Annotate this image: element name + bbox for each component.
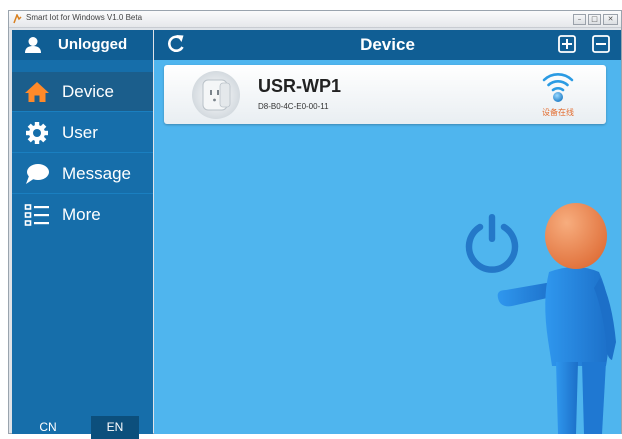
sidebar-item-label: User <box>62 123 98 142</box>
main-panel: Device USR-WP1 D8-B0-4C-E0-00-11 设备在线 <box>154 30 621 434</box>
sidebar: Unlogged Device User Message More CN EN <box>12 30 153 439</box>
device-list-item[interactable]: USR-WP1 D8-B0-4C-E0-00-11 设备在线 <box>164 65 606 124</box>
language-en-button[interactable]: EN <box>91 416 139 439</box>
smart-plug-image <box>192 71 240 119</box>
mascot-figure-image <box>497 203 616 434</box>
language-cn-button[interactable]: CN <box>24 416 72 439</box>
user-icon <box>25 37 41 53</box>
device-mac-address: D8-B0-4C-E0-00-11 <box>258 102 329 111</box>
home-icon <box>25 82 49 102</box>
close-button[interactable]: ✕ <box>603 14 618 25</box>
remove-device-button[interactable] <box>592 35 610 53</box>
window-titlebar[interactable]: Smart Iot for Windows V1.0 Beta – □ ✕ <box>9 11 621 28</box>
page-title: Device <box>360 35 415 54</box>
sidebar-item-more[interactable]: More <box>12 195 153 235</box>
main-header: Device <box>154 30 621 60</box>
sidebar-item-user[interactable]: User <box>12 113 153 153</box>
gear-icon <box>26 122 48 144</box>
window-title: Smart Iot for Windows V1.0 Beta <box>26 13 143 22</box>
add-device-button[interactable] <box>558 35 576 53</box>
device-name: USR-WP1 <box>258 76 342 96</box>
sidebar-item-message[interactable]: Message <box>12 154 153 194</box>
user-account-bar[interactable]: Unlogged <box>12 30 153 60</box>
wifi-signal-icon <box>542 73 574 102</box>
minimize-button[interactable]: – <box>573 14 586 25</box>
list-icon <box>24 204 49 226</box>
chat-bubble-icon <box>26 164 49 184</box>
sidebar-item-device[interactable]: Device <box>12 72 153 112</box>
device-status-label: 设备在线 <box>542 108 574 117</box>
app-window: Smart Iot for Windows V1.0 Beta – □ ✕ Un… <box>8 10 622 439</box>
app-logo-icon <box>13 14 22 24</box>
login-status-label: Unlogged <box>58 36 128 53</box>
maximize-button[interactable]: □ <box>588 14 601 25</box>
sidebar-item-label: Message <box>62 164 131 183</box>
sidebar-item-label: Device <box>62 82 114 101</box>
sidebar-item-label: More <box>62 205 101 224</box>
